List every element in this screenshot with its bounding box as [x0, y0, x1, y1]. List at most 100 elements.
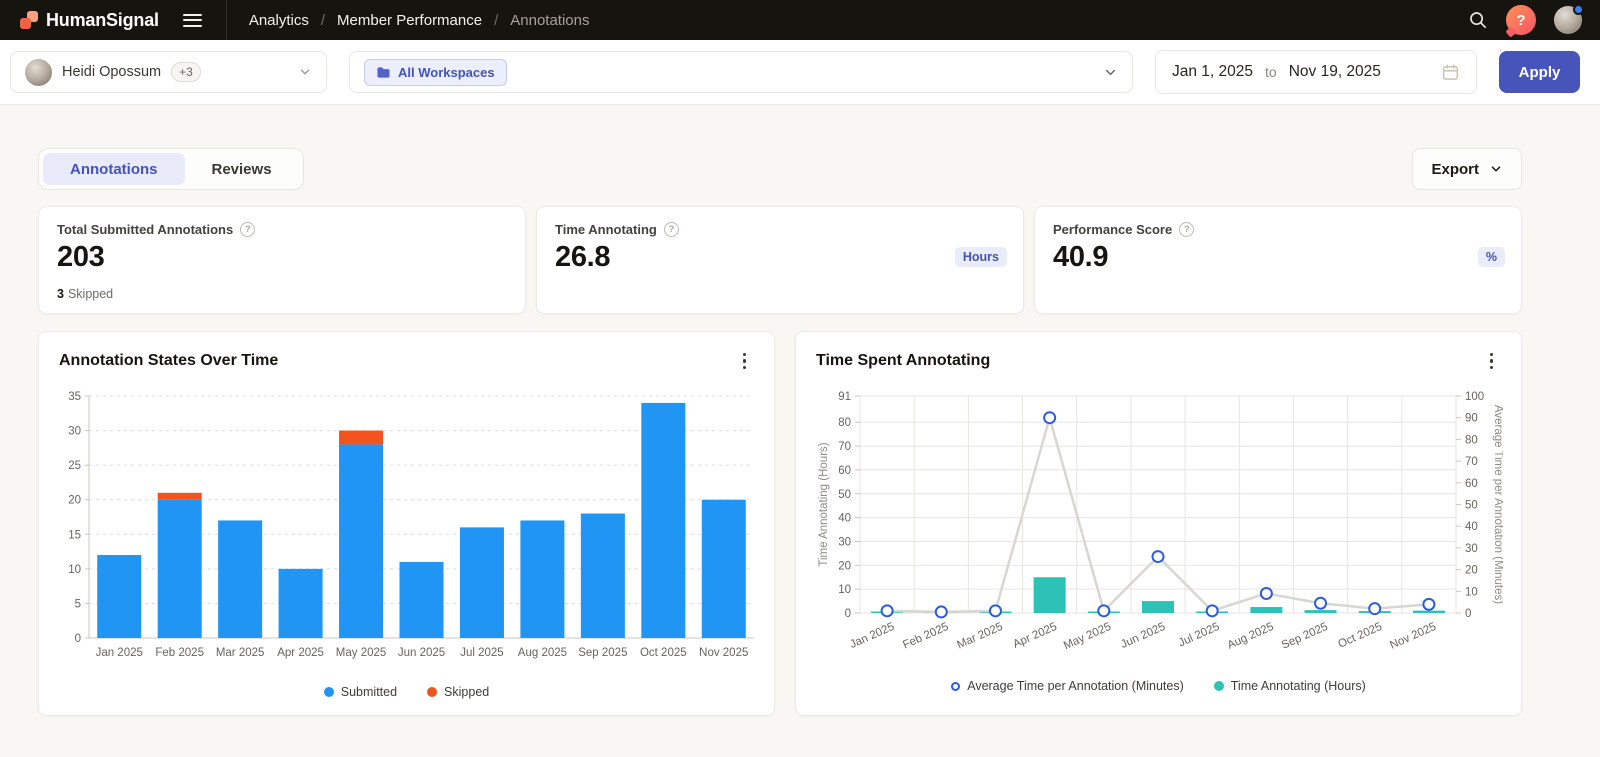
humansignal-logo-icon: [20, 11, 38, 29]
kebab-menu-icon[interactable]: [1482, 349, 1502, 374]
unit-badge: Hours: [955, 247, 1007, 267]
line-marker: [1369, 603, 1380, 614]
y-right-tick-label: 60: [1465, 478, 1478, 490]
bar-segment: [339, 444, 383, 638]
export-button[interactable]: Export: [1412, 148, 1522, 190]
legend-item-time-annotating[interactable]: Time Annotating (Hours): [1214, 679, 1366, 693]
x-tick-label: Jun 2025: [1119, 621, 1167, 651]
date-range-to-label: to: [1261, 64, 1281, 80]
y-left-tick-label: 91: [838, 391, 851, 403]
help-circle-icon[interactable]: ?: [664, 222, 679, 237]
breadcrumb-annotations: Annotations: [510, 12, 589, 29]
line-marker: [1044, 412, 1055, 423]
x-tick-label: Mar 2025: [216, 647, 265, 659]
y-tick-label: 35: [68, 391, 81, 403]
workspace-select[interactable]: All Workspaces: [349, 51, 1133, 93]
brand-name: HumanSignal: [46, 10, 159, 31]
y-right-axis-label: Average Time per Annotation (Minutes): [1492, 405, 1503, 604]
time-spent-chart-card: Time Spent Annotating 010203040506070809…: [795, 331, 1522, 716]
y-right-tick-label: 50: [1465, 500, 1478, 512]
date-range-picker[interactable]: Jan 1, 2025 to Nov 19, 2025: [1155, 50, 1477, 94]
folder-icon: [376, 66, 391, 79]
user-avatar[interactable]: [1554, 6, 1582, 34]
chevron-down-icon: [298, 65, 312, 79]
y-right-tick-label: 0: [1465, 608, 1471, 620]
line-marker: [882, 605, 893, 616]
x-tick-label: Oct 2025: [1336, 621, 1384, 651]
chart-title: Annotation States Over Time: [59, 352, 278, 370]
y-right-tick-label: 70: [1465, 456, 1478, 468]
y-right-tick-label: 80: [1465, 434, 1478, 446]
x-tick-label: Oct 2025: [640, 647, 687, 659]
legend-item-submitted[interactable]: Submitted: [324, 685, 397, 699]
x-tick-label: Apr 2025: [277, 647, 324, 659]
breadcrumb-member-performance[interactable]: Member Performance: [337, 12, 482, 29]
x-tick-label: Jan 2025: [848, 621, 896, 651]
brand-logo[interactable]: HumanSignal: [20, 10, 159, 31]
tab-reviews[interactable]: Reviews: [185, 153, 299, 185]
line-marker: [1315, 598, 1326, 609]
member-select[interactable]: Heidi Opossum +3: [10, 51, 327, 93]
y-right-tick-label: 40: [1465, 521, 1478, 533]
status-dot: [1573, 4, 1584, 15]
export-label: Export: [1431, 161, 1479, 178]
stat-value: 26.8: [555, 241, 1005, 274]
x-tick-label: Jun 2025: [398, 647, 445, 659]
tab-group: Annotations Reviews: [38, 148, 304, 190]
y-tick-label: 25: [68, 460, 81, 472]
member-avatar: [25, 59, 52, 86]
workspace-chip[interactable]: All Workspaces: [364, 59, 507, 86]
topbar-divider: [226, 0, 227, 40]
stat-footnote: 3Skipped: [57, 287, 113, 301]
legend-item-avg-time[interactable]: Average Time per Annotation (Minutes): [951, 679, 1184, 693]
bar: [1034, 577, 1066, 613]
annotation-states-chart: 05101520253035Jan 2025Feb 2025Mar 2025Ap…: [59, 380, 756, 670]
y-right-tick-label: 30: [1465, 543, 1478, 555]
y-left-tick-label: 80: [838, 417, 851, 429]
legend-item-skipped[interactable]: Skipped: [427, 685, 489, 699]
x-tick-label: Nov 2025: [1388, 621, 1438, 652]
stat-card-total-submitted: Total Submitted Annotations ? 203 3Skipp…: [38, 206, 526, 314]
line-marker: [1098, 605, 1109, 616]
menu-icon[interactable]: [181, 6, 204, 34]
help-circle-icon[interactable]: ?: [1179, 222, 1194, 237]
bar: [1305, 610, 1337, 613]
x-tick-label: Jul 2025: [460, 647, 503, 659]
search-icon[interactable]: [1468, 10, 1488, 30]
bar-segment: [581, 514, 625, 638]
x-tick-label: Sep 2025: [1280, 621, 1330, 652]
x-tick-label: Jul 2025: [1177, 621, 1222, 650]
kebab-menu-icon[interactable]: [735, 349, 755, 374]
breadcrumb: Analytics / Member Performance / Annotat…: [249, 12, 590, 29]
y-left-axis-label: Time Annotating (Hours): [818, 442, 830, 566]
bar: [1142, 601, 1174, 613]
y-tick-label: 30: [68, 426, 81, 438]
x-tick-label: Feb 2025: [901, 621, 950, 652]
annotation-states-chart-card: Annotation States Over Time 051015202530…: [38, 331, 775, 716]
apply-button[interactable]: Apply: [1499, 51, 1580, 93]
tab-annotations[interactable]: Annotations: [43, 153, 185, 185]
line-marker: [1423, 599, 1434, 610]
y-tick-label: 20: [68, 495, 81, 507]
y-left-tick-label: 40: [838, 513, 851, 525]
stat-value: 40.9: [1053, 241, 1503, 274]
annotation-states-legend: Submitted Skipped: [59, 685, 754, 699]
filter-bar: Heidi Opossum +3 All Workspaces Jan 1, 2…: [0, 40, 1600, 105]
bar-segment: [520, 520, 564, 638]
y-tick-label: 15: [68, 529, 81, 541]
y-tick-label: 0: [75, 633, 81, 645]
breadcrumb-analytics[interactable]: Analytics: [249, 12, 309, 29]
date-range-end: Nov 19, 2025: [1289, 63, 1381, 81]
x-tick-label: Jan 2025: [96, 647, 143, 659]
help-icon[interactable]: ?: [1506, 5, 1536, 35]
help-circle-icon[interactable]: ?: [240, 222, 255, 237]
x-tick-label: Apr 2025: [1011, 621, 1059, 651]
y-left-tick-label: 20: [838, 560, 851, 572]
bar-segment: [279, 569, 323, 638]
x-tick-label: Sep 2025: [578, 647, 627, 659]
workspace-chip-label: All Workspaces: [398, 65, 495, 80]
y-left-tick-label: 70: [838, 441, 851, 453]
line-marker: [1153, 551, 1164, 562]
charts-row: Annotation States Over Time 051015202530…: [38, 331, 1522, 716]
bar-segment: [158, 500, 202, 638]
